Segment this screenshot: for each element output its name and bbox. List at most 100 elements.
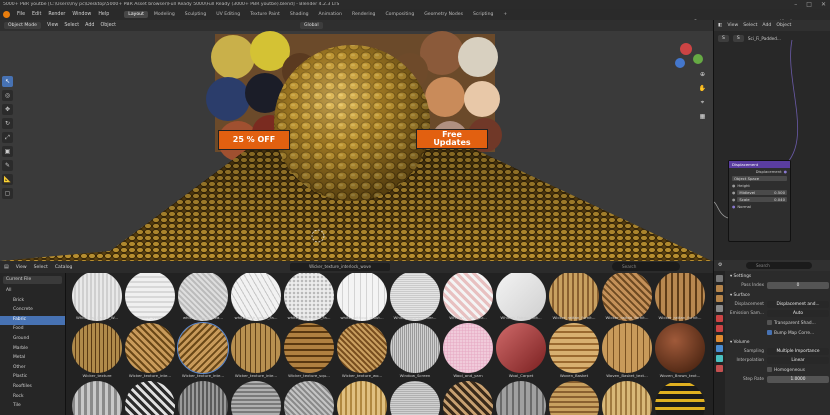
catalog-item-all[interactable]: All bbox=[0, 287, 65, 297]
sampling-dropdown[interactable]: Multiple Importance bbox=[767, 347, 829, 355]
axis-gizmo-icon[interactable] bbox=[675, 43, 703, 68]
volume-section[interactable]: ▾ Volume bbox=[727, 338, 829, 347]
homogeneous-row[interactable]: Homogeneous bbox=[727, 366, 829, 376]
asset-row2-thumbnail[interactable] bbox=[177, 322, 229, 374]
object-tab-icon[interactable] bbox=[716, 335, 723, 342]
tab-compositing[interactable]: Compositing bbox=[381, 11, 418, 18]
asset-row2-thumbnail[interactable] bbox=[337, 323, 387, 373]
catalog-item-rooftiles[interactable]: Rooftiles bbox=[0, 383, 65, 393]
asset-row1-thumbnail[interactable] bbox=[390, 273, 440, 321]
transparent-shadows-checkbox[interactable] bbox=[767, 320, 772, 326]
asset-row2-thumbnail[interactable] bbox=[496, 323, 546, 373]
tab-shading[interactable]: Shading bbox=[286, 11, 313, 18]
zoom-icon[interactable]: ⊕ bbox=[698, 71, 707, 80]
cursor-tool-icon[interactable]: ◎ bbox=[2, 90, 13, 101]
tab-sculpting[interactable]: Sculpting bbox=[181, 11, 210, 18]
physics-tab-icon[interactable] bbox=[716, 355, 723, 362]
scale-tool-icon[interactable]: ⤢ bbox=[2, 132, 13, 143]
tab-texture-paint[interactable]: Texture Paint bbox=[246, 11, 284, 18]
tab-modeling[interactable]: Modeling bbox=[150, 11, 179, 18]
catalog-item-ground[interactable]: Ground bbox=[0, 335, 65, 345]
catalog-item-brick[interactable]: Brick bbox=[0, 297, 65, 307]
bump-map-checkbox[interactable] bbox=[767, 329, 772, 335]
select-box-tool-icon[interactable]: ↖ bbox=[2, 76, 13, 87]
settings-section[interactable]: ▾ Settings bbox=[727, 272, 829, 281]
grid-icon[interactable]: ▦ bbox=[698, 113, 707, 122]
asset-row3-thumbnail[interactable] bbox=[72, 381, 122, 415]
move-tool-icon[interactable]: ✥ bbox=[2, 104, 13, 115]
asset-row2-thumbnail[interactable] bbox=[549, 323, 599, 373]
close-button[interactable]: ✕ bbox=[821, 1, 826, 8]
displacement-dropdown[interactable]: Displacement and... bbox=[767, 300, 829, 308]
minimize-button[interactable]: – bbox=[794, 1, 797, 8]
asset-row1-thumbnail[interactable] bbox=[443, 273, 493, 321]
tab-layout[interactable]: Layout bbox=[124, 11, 148, 18]
properties-editor-icon[interactable]: ⚙ bbox=[718, 262, 722, 268]
add-workspace-button[interactable]: + bbox=[499, 11, 511, 18]
asset-row3-thumbnail[interactable] bbox=[549, 381, 599, 415]
catalog-item-food[interactable]: Food bbox=[0, 325, 65, 335]
menu-help[interactable]: Help bbox=[98, 12, 109, 17]
asset-row1-thumbnail[interactable] bbox=[284, 273, 334, 321]
asset-row3-thumbnail[interactable] bbox=[231, 381, 281, 415]
node-space[interactable]: Object Space bbox=[729, 175, 790, 182]
properties-search-input[interactable]: Search bbox=[746, 262, 812, 269]
asset-row1-thumbnail[interactable] bbox=[231, 273, 281, 321]
asset-row3-thumbnail[interactable] bbox=[390, 381, 440, 415]
asset-row2-thumbnail[interactable] bbox=[390, 323, 440, 373]
catalog-item-concrete[interactable]: Concrete bbox=[0, 306, 65, 316]
viewport-menu-select[interactable]: Select bbox=[64, 23, 79, 28]
asset-row1-thumbnail[interactable] bbox=[72, 273, 122, 321]
maximize-button[interactable]: □ bbox=[806, 1, 812, 8]
asset-row2-thumbnail[interactable] bbox=[655, 323, 705, 373]
menu-window[interactable]: Window bbox=[72, 12, 91, 17]
asset-library-selector[interactable]: Current File bbox=[3, 276, 62, 284]
3d-viewport[interactable]: 25 % OFF Free Updates ↖ ◎ ✥ ↻ ⤢ ▣ ✎ 📐 ▢ … bbox=[0, 31, 713, 261]
interpolation-dropdown[interactable]: Linear bbox=[767, 357, 829, 365]
asset-row3-thumbnail[interactable] bbox=[655, 381, 705, 415]
asset-row3-thumbnail[interactable] bbox=[443, 381, 493, 415]
camera-icon[interactable]: ⌖ bbox=[698, 99, 707, 108]
viewport-menu-view[interactable]: View bbox=[47, 23, 58, 28]
tab-scripting[interactable]: Scripting bbox=[469, 11, 497, 18]
measure-tool-icon[interactable]: 📐 bbox=[2, 174, 13, 185]
catalog-item-marble[interactable]: Marble bbox=[0, 345, 65, 355]
catalog-item-tile[interactable]: Tile bbox=[0, 402, 65, 412]
asset-row2-thumbnail[interactable] bbox=[72, 323, 122, 373]
asset-row1-thumbnail[interactable] bbox=[125, 273, 175, 321]
catalog-item-plastic[interactable]: Plastic bbox=[0, 373, 65, 383]
asset-menu-catalog[interactable]: Catalog bbox=[55, 265, 73, 270]
annotate-tool-icon[interactable]: ✎ bbox=[2, 160, 13, 171]
asset-row3-thumbnail[interactable] bbox=[125, 381, 175, 415]
menu-render[interactable]: Render bbox=[48, 12, 65, 17]
surface-section[interactable]: ▾ Surface bbox=[727, 291, 829, 300]
mode-selector[interactable]: Object Mode bbox=[4, 22, 41, 29]
asset-row1-thumbnail[interactable] bbox=[178, 273, 228, 321]
transform-tool-icon[interactable]: ▣ bbox=[2, 146, 13, 157]
tab-rendering[interactable]: Rendering bbox=[348, 11, 379, 18]
asset-menu-view[interactable]: View bbox=[16, 265, 27, 270]
catalog-item-other[interactable]: Other bbox=[0, 364, 65, 374]
output-tab-icon[interactable] bbox=[716, 295, 723, 302]
orientation-selector[interactable]: Global bbox=[300, 22, 323, 29]
catalog-item-metal[interactable]: Metal bbox=[0, 354, 65, 364]
asset-row2-thumbnail[interactable] bbox=[602, 323, 652, 373]
asset-row1-thumbnail[interactable] bbox=[337, 273, 387, 321]
asset-row2-thumbnail[interactable] bbox=[443, 323, 493, 373]
homogeneous-checkbox[interactable] bbox=[767, 367, 772, 373]
asset-editor-type-icon[interactable]: ▤ bbox=[4, 264, 9, 270]
scene-tab-icon[interactable] bbox=[716, 315, 723, 322]
asset-menu-select[interactable]: Select bbox=[34, 265, 48, 270]
catalog-item-rock[interactable]: Rock bbox=[0, 393, 65, 403]
node-scale[interactable]: ● Scale 0.040 bbox=[729, 196, 790, 203]
viewport-menu-object[interactable]: Object bbox=[100, 23, 116, 28]
node-midlevel[interactable]: ● Midlevel 0.500 bbox=[729, 189, 790, 196]
menu-file[interactable]: File bbox=[17, 12, 25, 17]
step-rate-field[interactable]: 1.0000 bbox=[767, 376, 829, 384]
asset-row2-thumbnail[interactable] bbox=[125, 323, 175, 373]
asset-row1-thumbnail[interactable] bbox=[602, 273, 652, 321]
blender-logo-icon[interactable] bbox=[3, 11, 10, 18]
world-tab-icon[interactable] bbox=[716, 325, 723, 332]
tab-uv-editing[interactable]: UV Editing bbox=[212, 11, 244, 18]
asset-row3-thumbnail[interactable] bbox=[178, 381, 228, 415]
